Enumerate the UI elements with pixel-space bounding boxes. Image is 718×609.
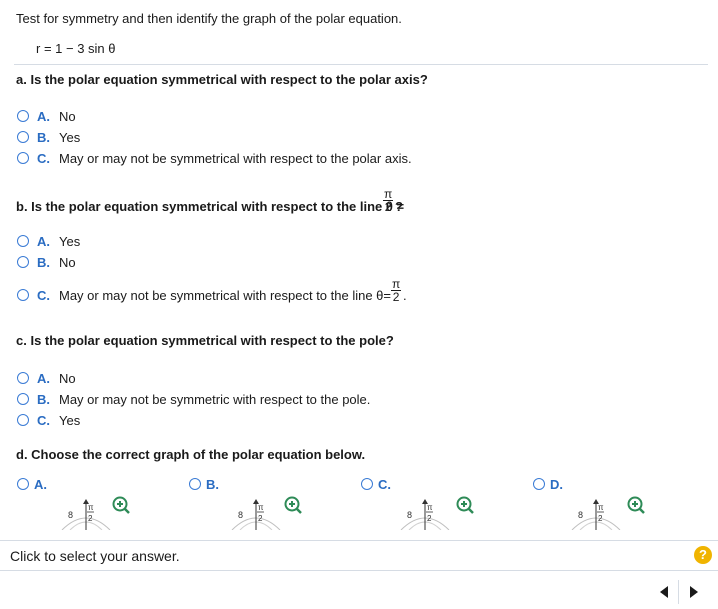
radio-button[interactable]: [361, 478, 373, 490]
nav-separator: [678, 580, 679, 604]
question-b-suffix: ?: [395, 199, 403, 214]
svg-text:π: π: [258, 503, 264, 512]
option-text: Yes: [59, 234, 81, 249]
instruction-text: Test for symmetry and then identify the …: [16, 11, 402, 26]
option-letter: A.: [34, 477, 47, 492]
option-text: No: [59, 109, 76, 124]
footer-prompt: Click to select your answer.: [10, 548, 180, 564]
radio-button[interactable]: [17, 414, 29, 426]
svg-text:2: 2: [258, 514, 263, 523]
option-letter: C.: [37, 413, 50, 428]
radio-button[interactable]: [17, 110, 29, 122]
option-letter: B.: [37, 255, 50, 270]
option-text: Yes: [59, 130, 81, 145]
polar-graph-thumbnail[interactable]: 8 π 2: [226, 496, 286, 530]
question-c: c. Is the polar equation symmetrical wit…: [16, 333, 394, 348]
question-d: d. Choose the correct graph of the polar…: [16, 447, 366, 462]
option-suffix: .: [403, 288, 407, 303]
option-text: May or may not be symmetric with respect…: [59, 392, 371, 407]
option-text: May or may not be symmetrical with respe…: [59, 151, 412, 166]
radio-button[interactable]: [533, 478, 545, 490]
option-letter: C.: [37, 288, 50, 303]
svg-text:8: 8: [578, 510, 583, 520]
radio-button[interactable]: [17, 393, 29, 405]
option-letter: A.: [37, 109, 50, 124]
polar-graph-thumbnail[interactable]: 8 π 2: [395, 496, 455, 530]
polar-graph-thumbnail[interactable]: 8 π 2: [56, 496, 116, 530]
option-text: No: [59, 255, 76, 270]
option-letter: B.: [206, 477, 219, 492]
radio-button[interactable]: [17, 372, 29, 384]
divider: [14, 64, 708, 65]
option-letter: B.: [37, 130, 50, 145]
option-letter: C.: [37, 151, 50, 166]
option-letter: A.: [37, 371, 50, 386]
left-arrow-icon[interactable]: [655, 582, 675, 602]
option-text: Yes: [59, 413, 81, 428]
option-text: No: [59, 371, 76, 386]
zoom-in-icon[interactable]: [284, 496, 302, 514]
footer-divider: [0, 540, 718, 541]
option-letter: A.: [37, 234, 50, 249]
right-arrow-icon[interactable]: [683, 582, 703, 602]
footer-divider: [0, 570, 718, 571]
question-a: a. Is the polar equation symmetrical wit…: [16, 72, 428, 87]
radio-button[interactable]: [189, 478, 201, 490]
radio-button[interactable]: [17, 289, 29, 301]
fraction-pi-over-2: π 2: [383, 187, 394, 214]
help-icon[interactable]: ?: [694, 546, 712, 564]
fraction-pi-over-2: π 2: [391, 277, 402, 304]
zoom-in-icon[interactable]: [112, 496, 130, 514]
radio-button[interactable]: [17, 235, 29, 247]
svg-text:2: 2: [427, 514, 432, 523]
radio-button[interactable]: [17, 152, 29, 164]
polar-equation: r = 1 − 3 sin θ: [36, 41, 116, 56]
svg-text:π: π: [427, 503, 433, 512]
svg-text:2: 2: [88, 514, 93, 523]
zoom-in-icon[interactable]: [627, 496, 645, 514]
option-letter: B.: [37, 392, 50, 407]
svg-text:2: 2: [598, 514, 603, 523]
svg-text:8: 8: [238, 510, 243, 520]
radio-button[interactable]: [17, 131, 29, 143]
zoom-in-icon[interactable]: [456, 496, 474, 514]
option-letter: D.: [550, 477, 563, 492]
polar-graph-thumbnail[interactable]: 8 π 2: [566, 496, 626, 530]
radio-button[interactable]: [17, 478, 29, 490]
svg-text:π: π: [598, 503, 604, 512]
radio-button[interactable]: [17, 256, 29, 268]
svg-text:π: π: [88, 503, 94, 512]
svg-text:8: 8: [407, 510, 412, 520]
svg-text:8: 8: [68, 510, 73, 520]
question-b: b. Is the polar equation symmetrical wit…: [16, 199, 405, 214]
option-text: May or may not be symmetrical with respe…: [59, 288, 391, 303]
option-letter: C.: [378, 477, 391, 492]
